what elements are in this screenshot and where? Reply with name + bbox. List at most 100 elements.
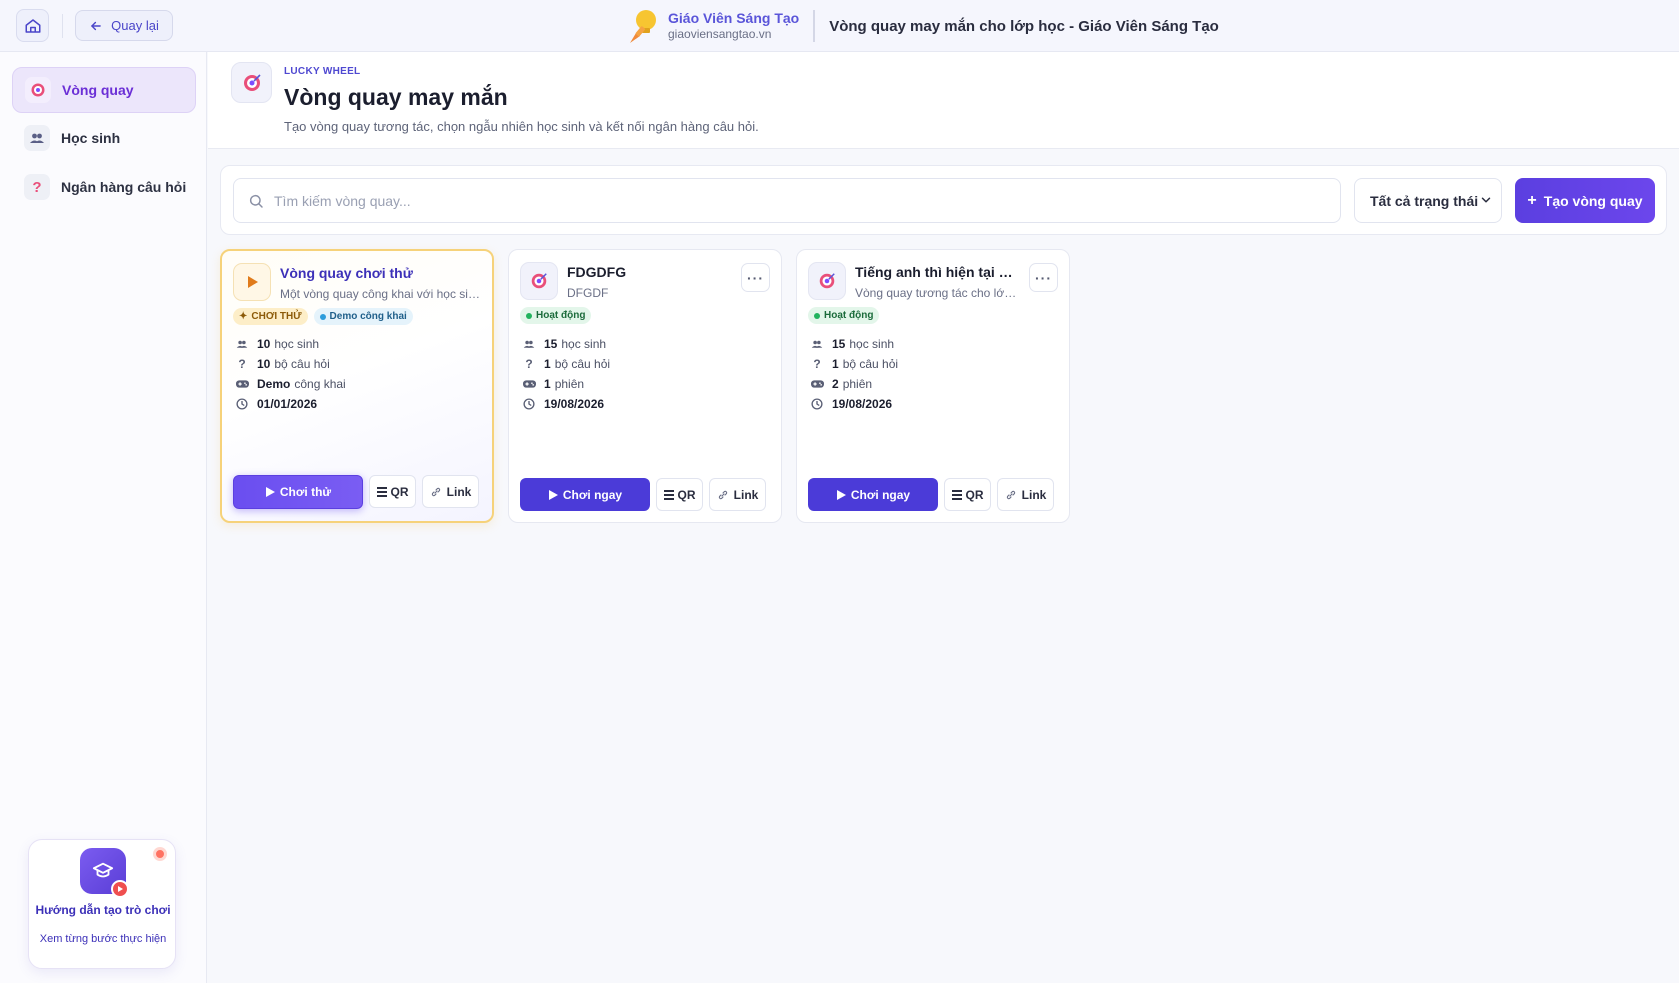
create-wheel-label: Tạo vòng quay (1543, 192, 1643, 209)
link-button[interactable]: Link (422, 475, 479, 508)
stat-sessions: 1 phiên (522, 374, 610, 394)
sidebar-item-label: Vòng quay (62, 82, 134, 98)
sidebar-item-label: Ngân hàng câu hỏi (61, 179, 187, 195)
wheel-card[interactable]: Tiếng anh thì hiện tại đơn Vòng quay tươ… (796, 249, 1070, 523)
stat-date: 19/08/2026 (810, 394, 898, 414)
play-label: Chơi thử (279, 485, 332, 499)
link-button[interactable]: Link (997, 478, 1054, 511)
wheel-card-demo[interactable]: Vòng quay chơi thử Một vòng quay công kh… (220, 249, 494, 523)
stat-label: học sinh (849, 337, 895, 351)
gamepad-icon (235, 379, 249, 389)
card-stats: 15 học sinh ? 1 bộ câu hỏi 2 phiên 19/08/20… (810, 334, 898, 414)
divider (62, 14, 63, 38)
lightbulb-pencil-logo-icon (630, 10, 656, 43)
link-button[interactable]: Link (709, 478, 766, 511)
stat-value: 01/01/2026 (257, 397, 318, 411)
qr-label: QR (677, 487, 696, 502)
tutorial-subtitle: Xem từng bước thực hiện (39, 933, 167, 945)
back-button[interactable]: Quay lại (75, 10, 173, 41)
qr-icon (951, 489, 962, 500)
search-icon (249, 194, 263, 208)
badge-label: Hoạt động (536, 310, 586, 321)
stat-value: 10 (257, 357, 271, 371)
status-filter-select[interactable]: Tất cả trạng thái (1354, 178, 1502, 223)
tutorial-title: Hướng dẫn tạo trò chơi (35, 903, 171, 917)
wheel-card[interactable]: FDGDFG DFGDF ··· Hoạt động 15 học sinh ? … (508, 249, 782, 523)
status-badge: Hoạt động (808, 307, 880, 324)
tutorial-card[interactable]: Hướng dẫn tạo trò chơi Xem từng bước thự… (28, 839, 176, 969)
page-subtitle: Tạo vòng quay tương tác, chọn ngẫu nhiên… (284, 119, 759, 134)
qr-button[interactable]: QR (656, 478, 703, 511)
stat-date: 19/08/2026 (522, 394, 610, 414)
card-title: FDGDFG (567, 264, 627, 280)
clock-icon (235, 398, 249, 410)
stat-value: 15 (832, 337, 846, 351)
question-icon: ? (525, 357, 533, 371)
sidebar-item-students[interactable]: Học sinh (12, 115, 196, 161)
badge-label: CHƠI THỬ (251, 311, 302, 322)
qr-icon (663, 489, 674, 500)
window-title: Vòng quay may mắn cho lớp học - Giáo Viê… (829, 17, 1219, 35)
top-bar: Quay lại Giáo Viên Sáng Tạo giaoviensang… (0, 0, 1679, 52)
home-button[interactable] (16, 9, 49, 42)
back-label: Quay lại (111, 18, 159, 33)
home-icon (25, 18, 40, 33)
users-icon (522, 338, 536, 350)
link-label: Link (733, 487, 759, 502)
status-badge: Hoạt động (520, 307, 592, 324)
link-label: Link (446, 484, 472, 499)
divider (813, 10, 816, 42)
status-dot (526, 312, 532, 319)
stat-label: bộ câu hỏi (274, 357, 330, 371)
ellipsis-icon: ··· (747, 269, 764, 286)
more-options-button[interactable]: ··· (741, 263, 770, 292)
target-icon (231, 62, 272, 103)
stat-question-sets: ? 1 bộ câu hỏi (522, 354, 610, 374)
play-demo-button[interactable]: Chơi thử (233, 475, 363, 509)
users-icon (24, 125, 50, 151)
search-placeholder: Tìm kiếm vòng quay... (274, 192, 411, 209)
play-icon (836, 489, 846, 500)
play-label: Chơi ngay (562, 487, 623, 502)
sparkle-icon: ✦ (239, 311, 248, 322)
public-badge: Demo công khai (313, 308, 413, 325)
stat-students: 15 học sinh (522, 334, 610, 354)
card-title: Vòng quay chơi thử (280, 265, 413, 281)
qr-label: QR (965, 487, 984, 502)
play-now-button[interactable]: Chơi ngay (808, 478, 938, 511)
qr-button[interactable]: QR (944, 478, 991, 511)
sidebar-item-spin-wheel[interactable]: Vòng quay (12, 67, 196, 113)
status-dot (814, 312, 820, 319)
ellipsis-icon: ··· (1035, 269, 1052, 286)
stat-value: Demo (257, 377, 291, 391)
card-stats: 10 học sinh ? 10 bộ câu hỏi Demo công khai … (235, 334, 346, 414)
search-input[interactable]: Tìm kiếm vòng quay... (233, 178, 1341, 223)
create-wheel-button[interactable]: + Tạo vòng quay (1515, 178, 1655, 223)
stat-label: phiên (842, 377, 873, 391)
stat-value: 15 (544, 337, 558, 351)
card-description: Một vòng quay công khai với học sinh mẫu (280, 287, 480, 301)
question-icon: ? (813, 357, 821, 371)
stat-sessions: 2 phiên (810, 374, 898, 394)
stat-label: bộ câu hỏi (554, 357, 611, 371)
more-options-button[interactable]: ··· (1029, 263, 1058, 292)
sidebar-item-question-bank[interactable]: ? Ngân hàng câu hỏi (12, 164, 196, 210)
page-header: LUCKY WHEEL Vòng quay may mắn Tạo vòng q… (208, 52, 1679, 149)
card-description: Vòng quay tương tác cho lớp học (855, 286, 1017, 300)
status-filter-value: Tất cả trạng thái (1370, 192, 1479, 209)
stat-value: 2 (832, 377, 839, 391)
qr-button[interactable]: QR (369, 475, 416, 508)
chevron-down-icon (1481, 197, 1491, 203)
stat-label: bộ câu hỏi (842, 357, 899, 371)
stat-label: học sinh (274, 337, 320, 351)
badge-label: Demo công khai (329, 311, 407, 322)
play-icon (265, 487, 275, 497)
users-icon (810, 338, 824, 350)
play-icon (111, 880, 129, 898)
stat-sessions: Demo công khai (235, 374, 346, 394)
play-now-button[interactable]: Chơi ngay (520, 478, 650, 511)
gamepad-icon (810, 379, 824, 389)
stat-value: 19/08/2026 (544, 397, 605, 411)
stat-label: học sinh (561, 337, 607, 351)
card-description: DFGDF (567, 286, 609, 300)
